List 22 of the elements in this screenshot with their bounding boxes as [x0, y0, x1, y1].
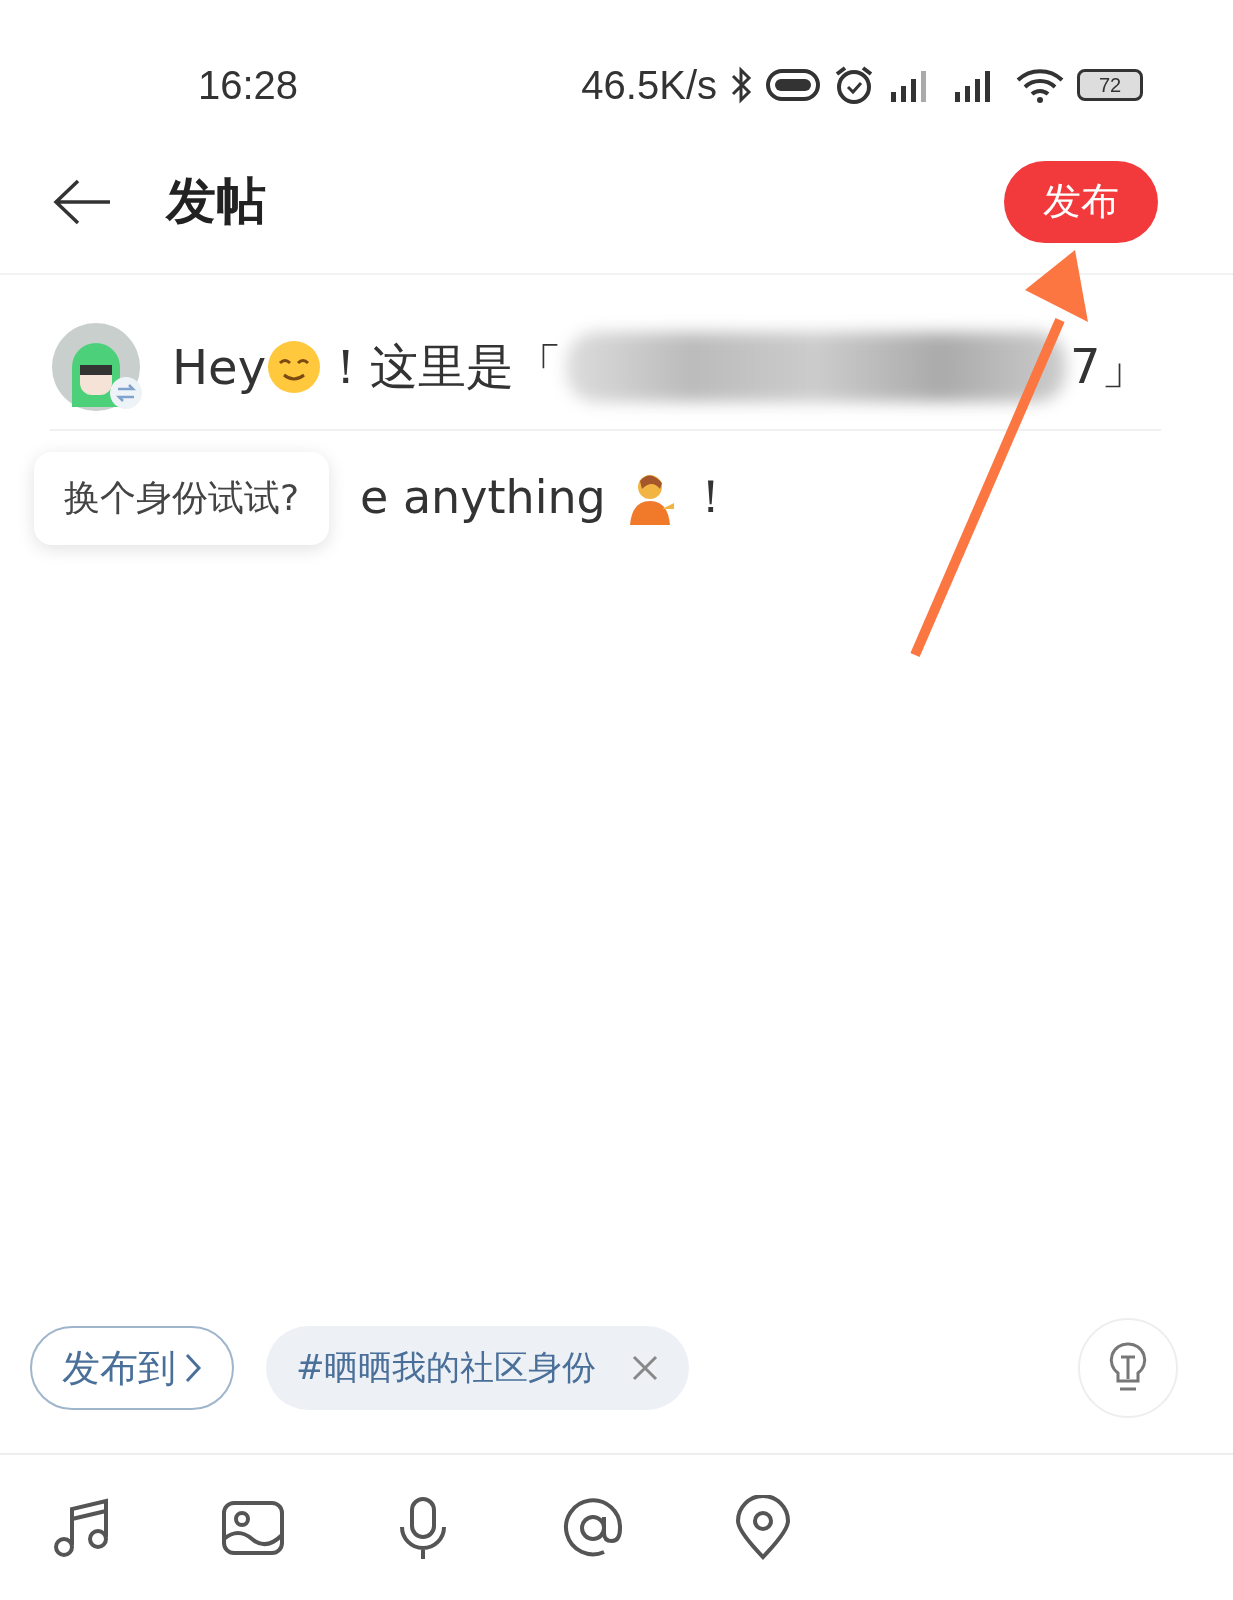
wifi-icon [1015, 66, 1065, 104]
topic-tag[interactable]: #晒晒我的社区身份 [266, 1326, 689, 1410]
bluetooth-icon [729, 66, 753, 104]
publish-to-button[interactable]: 发布到 [30, 1326, 234, 1410]
avatar-icon[interactable] [50, 321, 142, 413]
close-icon[interactable] [630, 1354, 659, 1382]
identity-tooltip: 换个身份试试? [34, 452, 330, 545]
title-text: ！这里是「 [322, 337, 563, 396]
publish-button[interactable]: 发布 [1004, 160, 1158, 243]
placeholder-text: ！ [687, 468, 734, 525]
network-speed: 46.5K/s [581, 62, 717, 108]
chevron-icon [184, 1352, 202, 1384]
title-prefix: Hey [172, 339, 267, 395]
page-title: 发帖 [166, 171, 266, 232]
smiley-icon [266, 339, 323, 395]
link-icon [765, 68, 821, 102]
placeholder-text: e anything [360, 470, 606, 524]
topic-text: #晒晒我的社区身份 [296, 1346, 597, 1389]
title-suffix: 7」 [1070, 337, 1149, 396]
alarm-icon [833, 64, 875, 106]
battery-level: 72 [1077, 69, 1143, 101]
status-time: 16:28 [198, 62, 299, 108]
